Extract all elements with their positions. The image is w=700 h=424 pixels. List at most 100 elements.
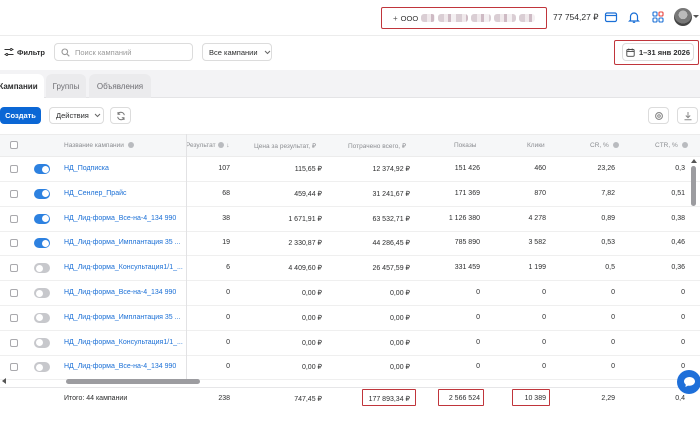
filter-button[interactable]: Фильтр [0,44,45,60]
column-header-spent[interactable]: Потрачено всего, ₽ [348,142,406,150]
campaign-toggle[interactable] [34,337,50,348]
totals-label: Итого: 44 кампании [64,395,128,402]
cell-spent: 12 374,92 ₽ [372,166,410,173]
campaign-name-link[interactable]: НД_Лид-форма_Все-на-4_134 990 [64,363,176,370]
table-row[interactable]: НД_Лид-форма_Имплантация 35 ... 0 0,00 ₽ 0,… [0,306,700,331]
highlight-frame [512,389,550,406]
cell-ctr: 0,51 [671,189,685,197]
redacted-text [494,14,517,22]
table-row[interactable]: НД_Подписка 107 115,65 ₽ 12 374,92 ₽ 151 426… [0,157,700,182]
cell-cost-per-result: 0,00 ₽ [301,339,322,347]
create-button[interactable]: Создать [0,107,41,124]
cell-ctr: 0 [681,313,685,321]
balance: 77 754,27 ₽ [553,12,599,22]
column-header-result[interactable]: Результат ↓ [186,142,229,149]
vertical-scrollbar[interactable] [691,166,696,206]
cell-ctr: 0 [681,289,685,296]
campaign-name-link[interactable]: НД_Лид-форма_Консультация1/1_... [64,264,183,271]
row-checkbox[interactable] [10,363,18,372]
campaign-toggle[interactable] [34,238,50,249]
campaign-toggle[interactable] [34,263,50,274]
toggle-knob [35,314,43,322]
campaign-name-link[interactable]: НД_Лид-форма_Имплантация 35 ... [64,239,180,246]
actions-label: Действия [56,111,89,120]
row-checkbox[interactable] [10,264,18,273]
row-checkbox[interactable] [10,214,18,223]
cell-ctr: 0,38 [671,214,685,222]
chevron-down-icon [94,113,101,118]
column-header-impressions[interactable]: Показы [454,142,476,149]
campaign-name-link[interactable]: НД_Лид-форма_Консультация1/1_... [64,339,183,346]
tab-campaigns[interactable]: Кампании [0,74,44,98]
scrollbar-thumb[interactable] [66,379,200,384]
chat-button[interactable] [677,370,700,394]
search-input[interactable]: Поиск кампаний [54,43,193,61]
campaign-name-link[interactable]: НД_Сенлер_Прайс [64,190,127,197]
campaign-name-link[interactable]: НД_Лид-форма_Все-на-4_134 990 [64,215,176,222]
campaign-toggle[interactable] [34,213,50,224]
account-selector[interactable]: + ООО [381,7,547,29]
table-row[interactable]: НД_Лид-форма_Имплантация 35 ... 19 2 330,8… [0,231,700,257]
cell-result: 68 [222,189,230,197]
table-row[interactable]: НД_Лид-форма_Все-на-4_134 990 38 1 671,91 … [0,207,700,232]
cell-clicks: 0 [542,313,546,321]
cell-clicks: 4 278 [528,214,546,222]
row-checkbox[interactable] [10,239,18,248]
cell-cost-per-result: 0,00 ₽ [301,314,322,322]
refresh-button[interactable] [110,107,131,124]
apps-grid-icon[interactable] [651,10,665,24]
totals-ctr: 0,4 [675,395,685,402]
scroll-up-arrow[interactable] [691,159,697,163]
campaign-toggle[interactable] [34,288,50,298]
cell-result: 38 [222,214,230,222]
row-checkbox[interactable] [10,165,18,173]
table-row[interactable]: НД_Лид-форма_Все-на-4_134 990 0 0,00 ₽ 0,00… [0,281,700,306]
horizontal-scrollbar[interactable] [0,376,700,386]
redacted-text [438,14,469,22]
tab-groups[interactable]: Группы [46,74,86,98]
campaign-toggle[interactable] [34,164,50,174]
column-header-cost-per-result[interactable]: Цена за результат, ₽ [254,142,316,150]
row-checkbox[interactable] [10,189,18,198]
row-checkbox[interactable] [10,338,18,347]
table-row[interactable]: НД_Сенлер_Прайс 68 459,44 ₽ 31 241,67 ₽ 171 … [0,182,700,207]
column-header-label: Название кампании [64,142,124,149]
date-range-picker[interactable]: 1–31 янв 2026 [622,43,694,61]
cell-spent: 0,00 ₽ [389,314,410,322]
campaign-name-link[interactable]: НД_Подписка [64,165,109,172]
cell-cost-per-result: 2 330,87 ₽ [288,240,322,248]
cell-ctr: 0 [681,363,685,371]
avatar[interactable] [674,8,692,26]
tab-ads[interactable]: Объявления [89,74,151,98]
chevron-down-icon [264,50,270,54]
column-header-cr[interactable]: CR, % [590,142,619,149]
table-row[interactable]: НД_Лид-форма_Консультация1/1_... 6 4 409,6… [0,256,700,282]
campaign-toggle[interactable] [34,188,50,199]
select-all-checkbox[interactable] [10,141,18,149]
download-button[interactable] [677,107,698,124]
column-header-clicks[interactable]: Клики [527,142,545,149]
campaign-name-link[interactable]: НД_Лид-форма_Все-на-4_134 990 [64,289,176,296]
wallet-icon[interactable] [604,10,618,24]
totals-cr: 2,29 [601,395,615,402]
cell-cr: 0,5 [605,264,615,272]
toggle-knob [41,215,49,223]
column-header-ctr[interactable]: CTR, % [655,142,688,149]
scroll-left-arrow[interactable] [2,378,6,384]
column-header-name[interactable]: Название кампании [64,142,134,149]
cell-impressions: 151 426 [454,165,480,172]
row-checkbox[interactable] [10,313,18,322]
cell-result: 0 [226,289,230,296]
actions-dropdown[interactable]: Действия [49,107,104,124]
status-select[interactable]: Все кампании [202,43,272,61]
cell-cr: 23,26 [597,165,615,172]
campaign-name-link[interactable]: НД_Лид-форма_Имплантация 35 ... [64,314,180,321]
campaign-toggle[interactable] [34,362,50,373]
table-row[interactable]: НД_Лид-форма_Консультация1/1_... 0 0,00 ₽ 0… [0,331,700,356]
campaign-toggle[interactable] [34,312,50,323]
cell-impressions: 0 [476,338,480,346]
settings-button[interactable] [648,107,669,124]
row-checkbox[interactable] [10,289,18,297]
bell-icon[interactable] [627,10,641,24]
chevron-down-icon[interactable] [693,15,699,18]
